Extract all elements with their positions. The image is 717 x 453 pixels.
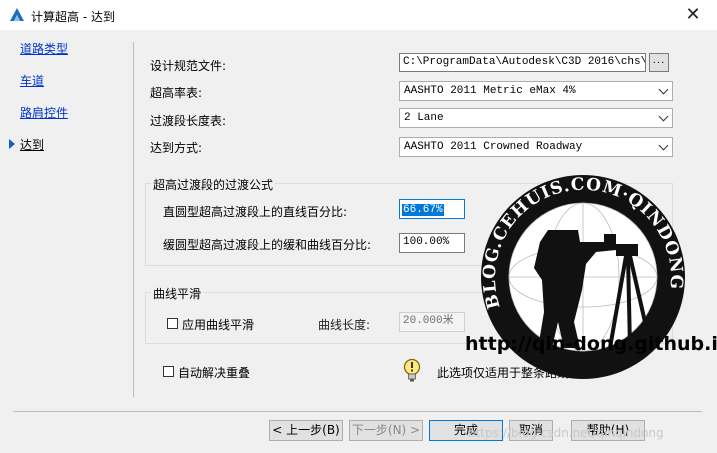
superelevation-rate-label: 超高率表: — [150, 86, 203, 100]
browse-button[interactable]: ... — [649, 53, 669, 72]
chevron-down-icon — [658, 140, 669, 151]
spiral-percent-input[interactable]: 100.00% — [399, 233, 465, 253]
design-file-label: 设计规范文件: — [150, 59, 227, 73]
vertical-divider — [133, 42, 134, 397]
tangent-percent-input[interactable]: 66.67% — [399, 199, 465, 219]
window-title: 计算超高 - 达到 — [31, 10, 115, 24]
next-button[interactable]: 下一步(N) > — [349, 420, 423, 441]
nav-item-road-type[interactable]: 道路类型 — [20, 40, 68, 57]
transition-length-value: 2 Lane — [404, 112, 444, 124]
attainment-method-label: 达到方式: — [150, 141, 203, 155]
transition-length-label: 过渡段长度表: — [150, 114, 227, 128]
nav-item-attainment[interactable]: 达到 — [20, 136, 44, 153]
curve-length-label: 曲线长度: — [318, 318, 371, 332]
civil3d-app-icon — [10, 8, 24, 21]
current-page-arrow-icon — [9, 139, 15, 149]
apply-smoothing-label: 应用曲线平滑 — [182, 318, 255, 332]
transition-length-select[interactable]: 2 Lane — [399, 108, 673, 128]
watermark-footer: https://blog.csdn.net/qinqindong — [468, 426, 664, 440]
back-button[interactable]: < 上一步(B) — [269, 420, 343, 441]
spiral-percent-label: 缓圆型超高过渡段上的缓和曲线百分比: — [163, 238, 372, 252]
nav-item-shoulder-control[interactable]: 路肩控件 — [20, 104, 68, 121]
attainment-method-select[interactable]: AASHTO 2011 Crowned Roadway — [399, 137, 673, 157]
attainment-method-value: AASHTO 2011 Crowned Roadway — [404, 141, 583, 153]
chevron-down-icon — [658, 111, 669, 122]
auto-resolve-label: 自动解决重叠 — [178, 366, 251, 380]
nav-item-lanes[interactable]: 车道 — [20, 72, 44, 89]
transition-formula-title: 超高过渡段的过渡公式 — [151, 176, 276, 193]
curve-smoothing-title: 曲线平滑 — [151, 285, 204, 302]
apply-smoothing-checkbox[interactable] — [167, 318, 178, 329]
lightbulb-icon — [403, 358, 421, 382]
title-bar: 计算超高 - 达到 ✕ — [0, 0, 717, 30]
design-file-field[interactable]: C:\ProgramData\Autodesk\C3D 2016\chs\Dat — [399, 53, 646, 72]
superelevation-rate-select[interactable]: AASHTO 2011 Metric eMax 4% — [399, 81, 673, 101]
auto-resolve-checkbox[interactable] — [163, 366, 174, 377]
close-icon[interactable]: ✕ — [679, 4, 707, 26]
tangent-percent-label: 直圆型超高过渡段上的直线百分比: — [163, 205, 348, 219]
horizontal-divider — [13, 411, 702, 412]
superelevation-rate-value: AASHTO 2011 Metric eMax 4% — [404, 85, 576, 97]
chevron-down-icon — [658, 84, 669, 95]
tangent-percent-value: 66.67% — [402, 204, 444, 216]
watermark-url: http://qin-dong.github.io — [465, 333, 717, 355]
curve-length-input[interactable]: 20.000米 — [399, 312, 465, 332]
